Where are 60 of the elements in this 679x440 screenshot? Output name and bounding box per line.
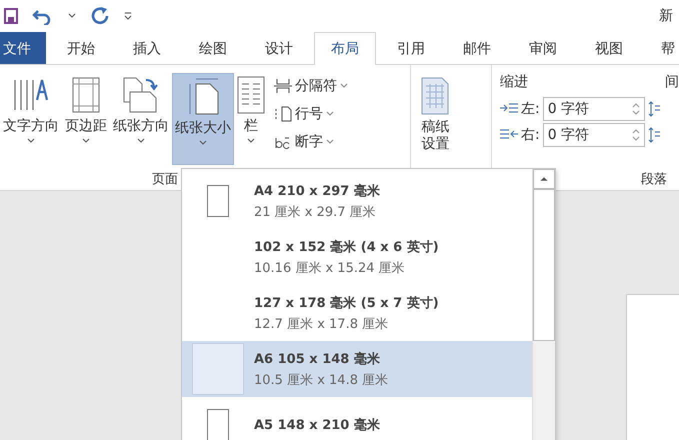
- customize-icon[interactable]: [124, 12, 132, 20]
- ribbon-small-button[interactable]: 断字: [272, 129, 350, 155]
- ribbon-small-button[interactable]: 分隔符: [272, 73, 350, 99]
- columns-icon: [237, 76, 265, 114]
- spinner-icon: [632, 128, 640, 142]
- manuscript-button[interactable]: 稿纸设置: [417, 73, 454, 165]
- page-icon: [192, 343, 244, 395]
- paper-size-dimensions: 10.16 厘米 x 15.24 厘米: [254, 260, 406, 276]
- caret-icon: [247, 138, 255, 144]
- field-label: 左:: [521, 100, 540, 118]
- caret-icon: [137, 138, 145, 144]
- orientation-icon: [122, 76, 160, 114]
- paper-size-item[interactable]: A5 148 x 210 毫米: [182, 397, 532, 440]
- caret-icon: [326, 139, 334, 145]
- breaks-icon: [274, 78, 292, 94]
- window-title: 新: [659, 7, 673, 25]
- paper-size-item[interactable]: A6 105 x 148 毫米 10.5 厘米 x 14.8 厘米: [182, 341, 532, 397]
- spacing-icon: [648, 101, 660, 117]
- line-numbers-icon: [274, 106, 292, 122]
- paper-size-item[interactable]: 127 x 178 毫米 (5 x 7 英寸) 12.7 厘米 x 17.8 厘米: [182, 285, 532, 341]
- paper-size-name: A6 105 x 148 毫米: [254, 350, 381, 368]
- caret-icon: [199, 140, 207, 146]
- ribbon-button[interactable]: 页边距: [62, 73, 110, 165]
- ribbon-button[interactable]: 栏: [234, 73, 268, 165]
- spin-field[interactable]: 0 字符: [542, 97, 645, 121]
- save-icon[interactable]: [4, 8, 18, 24]
- ribbon-small-button[interactable]: 行号: [272, 101, 350, 127]
- ribbon-button[interactable]: 纸张方向: [110, 73, 172, 165]
- paper-size-dimensions: 12.7 厘米 x 17.8 厘米: [254, 316, 390, 332]
- field-label: 右:: [521, 126, 540, 144]
- paper-size-name: 102 x 152 毫米 (4 x 6 英寸): [254, 238, 439, 256]
- paper-size-name: A5 148 x 210 毫米: [254, 416, 380, 434]
- spinner-icon: [632, 102, 640, 116]
- indent-heading: 缩进: [500, 73, 528, 91]
- page-icon: [207, 185, 229, 217]
- caret-icon: [340, 83, 348, 89]
- caret-icon: [27, 138, 35, 144]
- spacing-heading: 间: [665, 73, 679, 91]
- paper-size-name: 127 x 178 毫米 (5 x 7 英寸): [254, 294, 439, 312]
- redo-icon[interactable]: [90, 6, 110, 26]
- scrollbar[interactable]: [532, 169, 555, 440]
- ribbon-button[interactable]: 文字方向: [0, 73, 62, 165]
- spin-field[interactable]: 0 字符: [542, 123, 645, 147]
- group-label: 页面: [152, 171, 178, 189]
- ribbon-button[interactable]: 纸张大小: [172, 73, 234, 165]
- caret-icon: [326, 111, 334, 117]
- margins-icon: [71, 76, 101, 114]
- paper-size-dimensions: 21 厘米 x 29.7 厘米: [254, 204, 377, 220]
- group-label: 段落: [641, 171, 667, 189]
- paper-size-item[interactable]: 102 x 152 毫米 (4 x 6 英寸) 10.16 厘米 x 15.24 厘米: [182, 229, 532, 285]
- caret-icon[interactable]: [68, 13, 76, 19]
- manuscript-icon: [420, 76, 450, 116]
- paper-size-dimensions: 10.5 厘米 x 14.8 厘米: [254, 372, 388, 388]
- ribbon-tab[interactable]: 布局: [314, 32, 376, 65]
- paper-size-item[interactable]: A4 210 x 297 毫米 21 厘米 x 29.7 厘米: [182, 173, 532, 229]
- spacing-icon: [648, 127, 660, 143]
- ribbon-tab[interactable]: 文件: [0, 32, 46, 64]
- caret-icon: [82, 138, 90, 144]
- paper-size-name: A4 210 x 297 毫米: [254, 182, 380, 200]
- scroll-thumb[interactable]: [533, 189, 555, 341]
